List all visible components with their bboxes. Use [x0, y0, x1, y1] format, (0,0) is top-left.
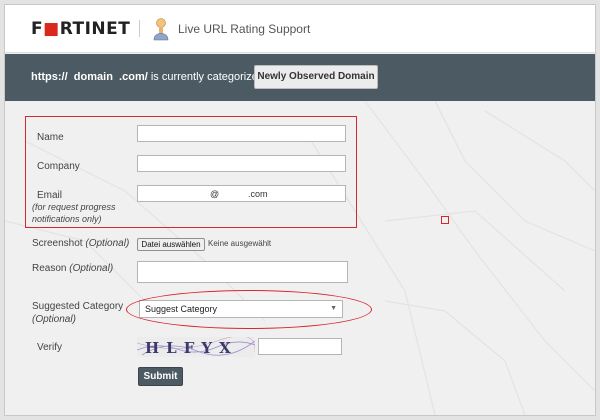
file-choose-button[interactable]: Datei auswählen [137, 238, 205, 251]
reason-textarea[interactable] [137, 261, 348, 283]
user-icon [153, 18, 169, 41]
file-status-text: Keine ausgewählt [208, 239, 272, 248]
captcha-noise: HLFYX [136, 335, 256, 357]
suggested-category-optional: (Optional) [32, 314, 76, 325]
url-banner: https:// domain .com/ is currently categ… [5, 54, 595, 101]
header-divider [139, 20, 140, 37]
app-title: Live URL Rating Support [178, 22, 311, 36]
suggested-category-label: Suggested Category [32, 301, 124, 312]
category-highlight-ellipse [126, 290, 372, 329]
url-status-text: https:// domain .com/ is currently categ… [31, 71, 279, 83]
captcha-text: HLFYX [145, 339, 238, 357]
captcha-image: HLFYX [136, 335, 256, 357]
category-button[interactable]: Newly Observed Domain [254, 65, 378, 89]
captcha-input[interactable] [258, 338, 342, 355]
header: F■RTINET Live URL Rating Support [5, 5, 595, 53]
verify-label: Verify [37, 342, 63, 353]
submit-button[interactable]: Submit [138, 367, 183, 386]
screenshot-label: Screenshot (Optional) [32, 238, 130, 249]
page-frame: F■RTINET Live URL Rating Support https:/… [4, 4, 596, 416]
contact-fields-highlight [25, 116, 357, 228]
map-marker-highlight [441, 216, 449, 224]
reason-label: Reason (Optional) [32, 263, 114, 274]
fortinet-logo[interactable]: F■RTINET [31, 19, 130, 39]
